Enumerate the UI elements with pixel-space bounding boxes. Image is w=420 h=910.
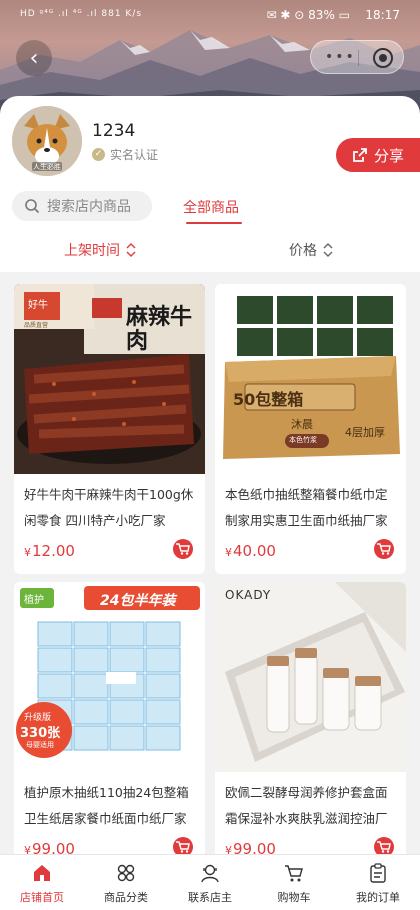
verification-label: 实名认证 [110, 148, 159, 162]
more-icon[interactable]: ••• [325, 49, 356, 65]
shop-avatar[interactable]: 人生必胜 [12, 106, 82, 176]
product-image[interactable]: 50包整箱 沐晨 本色竹浆 4层加厚 [215, 284, 406, 474]
brand-sub: 品质直营 [24, 322, 49, 329]
close-miniprogram-icon[interactable] [373, 48, 393, 68]
verified-check-icon: ✓ [92, 148, 105, 161]
cart-icon [285, 865, 303, 882]
brand-mark: 好牛 [28, 300, 48, 311]
nav-label: 购物车 [277, 891, 311, 904]
sort-by-price[interactable]: 价格 [289, 240, 333, 260]
box-brand: 沐晨 [291, 418, 313, 431]
status-bar: HD ᵍ⁴ᴳ .ıl ⁴ᴳ .ıl 881 K/s ✉ ✱ ⊙ 83% ▭ 18… [0, 0, 420, 34]
nav-categories[interactable]: 商品分类 [84, 855, 168, 910]
price-value: 40.00 [233, 542, 276, 560]
image-caption: 麻辣牛肉 [126, 305, 193, 354]
cart-icon [377, 841, 391, 853]
miniprogram-capsule[interactable]: ••• [310, 40, 404, 74]
orders-icon [370, 863, 386, 883]
search-input[interactable]: 搜索店内商品 [12, 191, 152, 221]
image-caption: 24包半年装 [100, 593, 176, 609]
box-tag: 本色竹浆 [289, 436, 317, 444]
back-button[interactable]: ‹ [16, 40, 52, 76]
status-left: HD ᵍ⁴ᴳ .ıl ⁴ᴳ .ıl 881 K/s [20, 9, 143, 19]
status-time: 18:17 [365, 8, 400, 22]
cart-icon [377, 543, 391, 555]
nav-label: 联系店主 [188, 891, 232, 904]
home-icon [34, 865, 50, 881]
tissue-note: 母婴适用 [26, 741, 54, 749]
capsule-divider [358, 50, 359, 66]
sort-by-time[interactable]: 上架时间 [64, 240, 136, 260]
nav-cart[interactable]: 购物车 [252, 855, 336, 910]
cart-icon [176, 543, 190, 555]
tab-all-products[interactable]: 全部商品 [183, 197, 239, 217]
avatar-caption: 人生必胜 [33, 163, 61, 171]
share-icon [353, 148, 367, 162]
category-icon [117, 864, 135, 882]
product-title[interactable]: 欧佩二裂酵母润养修护套盒面霜保湿补水爽肤乳滋润控油厂家 [225, 780, 399, 832]
status-right: ✉ ✱ ⊙ 83% ▭ [266, 8, 350, 22]
active-tab-indicator [186, 222, 242, 224]
sort-toggle-icon [323, 243, 333, 257]
add-to-cart-button[interactable] [374, 539, 394, 559]
contact-icon [201, 864, 219, 883]
nav-contact-owner[interactable]: 联系店主 [168, 855, 252, 910]
sort-price-label: 价格 [289, 243, 317, 259]
product-price: ¥12.00 [24, 542, 75, 560]
currency-symbol: ¥ [225, 546, 232, 559]
product-card[interactable]: OKADY 欧佩二裂酵母润养修护套盒面霜保湿补水爽肤乳滋润控油厂家 ¥99.00 [215, 582, 406, 872]
product-card[interactable]: 植护 24包半年装 升级版 330张 母婴适用 植护原木抽纸110抽24包整箱卫… [14, 582, 205, 872]
image-caption: 50包整箱 [233, 390, 304, 409]
nav-shop-home[interactable]: 店铺首页 [0, 855, 84, 910]
search-placeholder: 搜索店内商品 [47, 199, 131, 215]
nav-my-orders[interactable]: 我的订单 [336, 855, 420, 910]
sort-toggle-icon [126, 243, 136, 257]
bottom-nav: 店铺首页 商品分类 联系店主 购物车 我的订单 [0, 854, 420, 910]
currency-symbol: ¥ [24, 546, 31, 559]
product-title[interactable]: 好牛牛肉干麻辣牛肉干100g休闲零食 四川特产小吃厂家 [24, 482, 198, 534]
sort-time-label: 上架时间 [64, 243, 120, 259]
product-price: ¥40.00 [225, 542, 276, 560]
image-caption: OKADY [225, 588, 272, 602]
share-label: 分享 [373, 146, 404, 165]
product-grid: 好牛 品质直营 麻辣牛肉 好牛牛肉干麻辣牛肉干100g休闲零食 四川特产小吃厂家… [0, 272, 420, 872]
tissue-brand: 植护 [24, 595, 44, 606]
shop-name: 1234 [92, 121, 136, 141]
tissue-count: 330张 [20, 726, 61, 741]
cart-icon [176, 841, 190, 853]
product-image[interactable]: OKADY [215, 582, 406, 772]
share-button[interactable]: 分享 [336, 138, 420, 172]
product-title[interactable]: 本色纸巾抽纸整箱餐巾纸巾定制家用实惠卫生面巾纸抽厂家 [225, 482, 399, 534]
product-card[interactable]: 50包整箱 沐晨 本色竹浆 4层加厚 本色纸巾抽纸整箱餐巾纸巾定制家用实惠卫生面… [215, 284, 406, 574]
price-value: 12.00 [32, 542, 75, 560]
box-layers: 4层加厚 [345, 426, 385, 439]
add-to-cart-button[interactable] [173, 539, 193, 559]
product-image[interactable]: 好牛 品质直营 麻辣牛肉 [14, 284, 205, 474]
product-title[interactable]: 植护原木抽纸110抽24包整箱卫生纸居家餐巾纸面巾纸厂家 [24, 780, 198, 832]
verification-badge: ✓ 实名认证 [92, 146, 158, 163]
product-card[interactable]: 好牛 品质直营 麻辣牛肉 好牛牛肉干麻辣牛肉干100g休闲零食 四川特产小吃厂家… [14, 284, 205, 574]
chevron-left-icon: ‹ [29, 45, 39, 71]
nav-label: 商品分类 [104, 891, 148, 904]
product-image[interactable]: 植护 24包半年装 升级版 330张 母婴适用 [14, 582, 205, 772]
search-icon [25, 199, 40, 214]
nav-label: 店铺首页 [20, 891, 64, 904]
shop-info-card: 人生必胜 1234 ✓ 实名认证 分享 搜索店内商品 全部商品 上架时间 价格 [0, 96, 420, 272]
nav-label: 我的订单 [356, 891, 400, 904]
